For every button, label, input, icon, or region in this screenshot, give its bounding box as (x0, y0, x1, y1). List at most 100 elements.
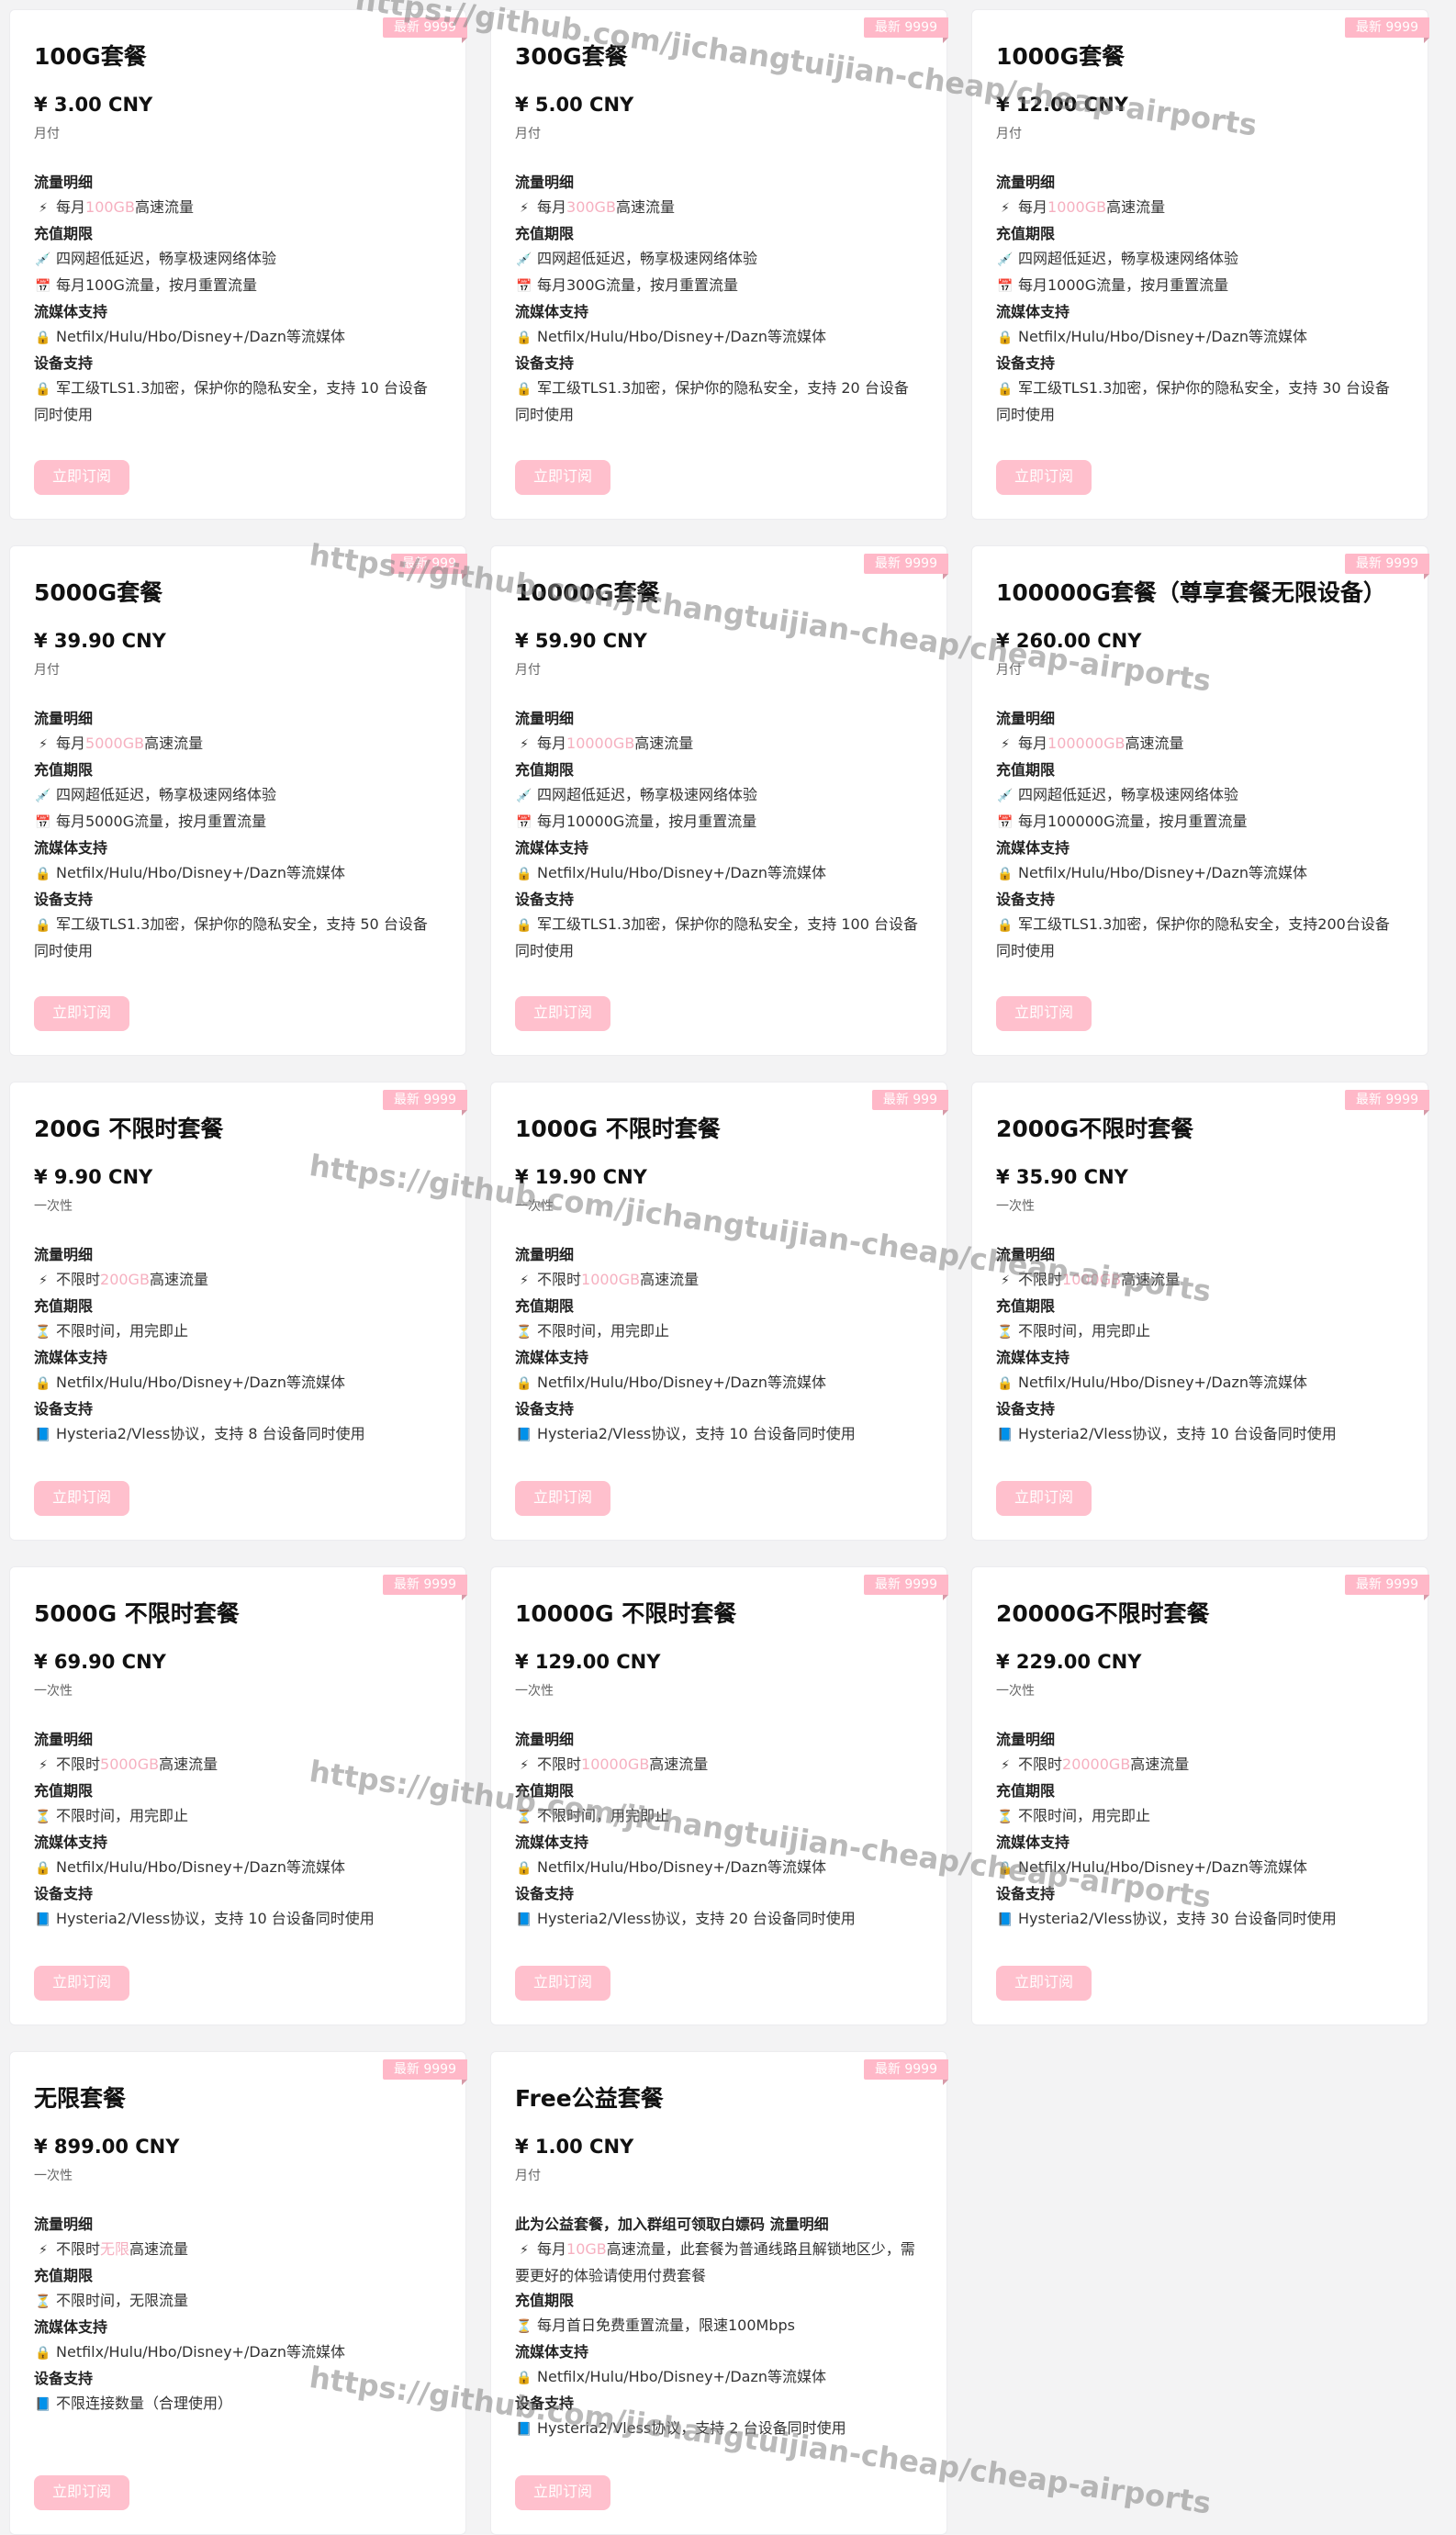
plan-features: 流量明细 ⚡ 不限时1000GB高速流量 充值期限 ⏳ 不限时间，用完即止 流媒体支持 🔒 Ne… (996, 1242, 1404, 1448)
feature-text: Netfilx/Hulu/Hbo/Disney+/Dazn等流媒体 (1018, 1858, 1308, 1876)
feature-line: 📅 每月10000G流量，按月重置流量 (515, 809, 923, 836)
feature-heading: 流媒体支持 (34, 1349, 108, 1366)
subscribe-button[interactable]: 立即订阅 (34, 2475, 130, 2510)
stock-badge: 最新 9999 (863, 2059, 949, 2085)
feature-text: 不限时 (537, 1755, 582, 1773)
feature-text: 四网超低延迟，畅享极速网络体验 (1018, 250, 1239, 267)
lock-icon: 🔒 (516, 382, 532, 397)
plan-features: 流量明细 ⚡ 不限时20000GB高速流量 充值期限 ⏳ 不限时间，用完即止 流媒体支持 🔒 N… (996, 1727, 1404, 1933)
plan-features: 此为公益套餐，加入群组可领取白嫖码 流量明细 ⚡ 每月10GB高速流量，此套餐为普通… (515, 2212, 923, 2442)
feature-text: 四网超低延迟，畅享极速网络体验 (537, 786, 758, 803)
calendar-icon: 📅 (35, 815, 51, 830)
subscribe-button[interactable]: 立即订阅 (515, 2475, 611, 2510)
feature-heading: 设备支持 (515, 1885, 575, 1902)
subscribe-button[interactable]: 立即订阅 (996, 460, 1092, 495)
plan-price: ¥ 9.90 CNY (34, 1166, 153, 1188)
syringe-icon: 💉 (516, 789, 532, 803)
feature-line: ⚡ 不限时200GB高速流量 (34, 1267, 442, 1294)
plan-card: 最新 999 5000G套餐 ¥ 39.90 CNY 月付 流量明细 ⚡ 每月5000GB高… (9, 545, 468, 1056)
plan-period: 一次性 (515, 1199, 554, 1214)
feature-text: 每月 (1018, 735, 1048, 752)
subscribe-button[interactable]: 立即订阅 (996, 1966, 1092, 2001)
feature-line: 📘 Hysteria2/Vless协议，支持 8 台设备同时使用 (34, 1421, 442, 1448)
feature-line: 📅 每月100000G流量，按月重置流量 (996, 809, 1404, 836)
feature-heading: 流量明细 (996, 174, 1056, 191)
feature-heading: 流量明细 (34, 710, 94, 727)
plan-price: ¥ 59.90 CNY (515, 630, 647, 652)
feature-heading: 流量明细 (515, 1246, 575, 1263)
feature-heading: 流量明细 (996, 1731, 1056, 1748)
feature-text: 四网超低延迟，畅享极速网络体验 (56, 786, 277, 803)
book-icon: 📘 (35, 2397, 51, 2412)
plan-price: ¥ 129.00 CNY (515, 1651, 661, 1673)
lightning-icon: ⚡ (39, 1758, 48, 1773)
plan-features: 流量明细 ⚡ 不限时1000GB高速流量 充值期限 ⏳ 不限时间，用完即止 流媒体支持 🔒 Ne… (515, 1242, 923, 1448)
subscribe-button[interactable]: 立即订阅 (515, 1966, 611, 2001)
feature-heading: 设备支持 (515, 354, 575, 372)
plan-card: 最新 9999 20000G不限时套餐 ¥ 229.00 CNY 一次性 流量明细 ⚡ 不限… (971, 1566, 1430, 2025)
lightning-icon: ⚡ (1001, 737, 1010, 752)
feature-line: ⚡ 不限时20000GB高速流量 (996, 1752, 1404, 1778)
stock-badge: 最新 9999 (1344, 554, 1430, 579)
feature-text: 四网超低延迟，畅享极速网络体验 (537, 250, 758, 267)
feature-line: ⚡ 每月10000GB高速流量 (515, 731, 923, 757)
lightning-icon: ⚡ (520, 1758, 529, 1773)
feature-text: 每月 (1018, 198, 1048, 216)
subscribe-button[interactable]: 立即订阅 (34, 996, 130, 1031)
feature-line: 📅 每月300G流量，按月重置流量 (515, 273, 923, 299)
subscribe-button[interactable]: 立即订阅 (34, 1481, 130, 1516)
stock-badge: 最新 9999 (382, 1575, 468, 1600)
feature-line: ⚡ 每月100000GB高速流量 (996, 731, 1404, 757)
plan-features: 流量明细 ⚡ 每月5000GB高速流量 充值期限 💉 四网超低延迟，畅享极速网络体验 📅 每月… (34, 706, 442, 963)
traffic-amount: 1000GB (1047, 198, 1107, 216)
lock-icon: 🔒 (997, 918, 1014, 933)
feature-line: 🔒 Netfilx/Hulu/Hbo/Disney+/Dazn等流媒体 (515, 1855, 923, 1881)
feature-line: 🔒 军工级TLS1.3加密，保护你的隐私安全，支持 10 台设备同时使用 (34, 376, 442, 427)
subscribe-button[interactable]: 立即订阅 (515, 460, 611, 495)
subscribe-button[interactable]: 立即订阅 (34, 1966, 130, 2001)
feature-heading: 流媒体支持 (996, 303, 1070, 320)
plan-title: 300G套餐 (515, 43, 628, 70)
lightning-icon: ⚡ (1001, 201, 1010, 216)
subscribe-button[interactable]: 立即订阅 (996, 1481, 1092, 1516)
traffic-amount: 10000GB (581, 1755, 650, 1773)
subscribe-button[interactable]: 立即订阅 (996, 996, 1092, 1031)
feature-heading: 充值期限 (996, 225, 1056, 242)
feature-text: Netfilx/Hulu/Hbo/Disney+/Dazn等流媒体 (56, 1374, 346, 1391)
calendar-icon: 📅 (997, 815, 1014, 830)
feature-text: 每月100000G流量，按月重置流量 (1018, 813, 1248, 830)
lock-icon: 🔒 (35, 1861, 51, 1876)
syringe-icon: 💉 (516, 252, 532, 267)
subscribe-button[interactable]: 立即订阅 (515, 996, 611, 1031)
feature-text: Hysteria2/Vless协议，支持 10 台设备同时使用 (1018, 1425, 1337, 1442)
feature-text: 高速流量 (640, 1271, 700, 1288)
plan-price: ¥ 229.00 CNY (996, 1651, 1142, 1673)
plan-card: 最新 9999 300G套餐 ¥ 5.00 CNY 月付 流量明细 ⚡ 每月300GB高速流… (490, 9, 949, 520)
subscribe-button[interactable]: 立即订阅 (515, 1481, 611, 1516)
feature-line: ⚡ 每月1000GB高速流量 (996, 195, 1404, 221)
plan-features: 流量明细 ⚡ 每月1000GB高速流量 充值期限 💉 四网超低延迟，畅享极速网络体验 📅 每月… (996, 170, 1404, 427)
calendar-icon: 📅 (516, 279, 532, 294)
traffic-amount: 300GB (566, 198, 616, 216)
subscribe-button[interactable]: 立即订阅 (34, 460, 130, 495)
plan-title: 2000G不限时套餐 (996, 1116, 1194, 1142)
feature-text: 高速流量 (129, 2240, 189, 2258)
feature-line: ⏳ 不限时间，用完即止 (996, 1803, 1404, 1830)
feature-text: 每月 (537, 2240, 567, 2258)
plan-features: 流量明细 ⚡ 每月100GB高速流量 充值期限 💉 四网超低延迟，畅享极速网络体验 📅 每月1… (34, 170, 442, 427)
plan-period: 一次性 (996, 1199, 1035, 1214)
lock-icon: 🔒 (516, 1376, 532, 1391)
feature-line: ⏳ 不限时间，用完即止 (515, 1803, 923, 1830)
feature-heading: 流量明细 (996, 710, 1056, 727)
plan-price: ¥ 35.90 CNY (996, 1166, 1128, 1188)
feature-line: 🔒 Netfilx/Hulu/Hbo/Disney+/Dazn等流媒体 (34, 2339, 442, 2366)
feature-line: ⚡ 每月300GB高速流量 (515, 195, 923, 221)
feature-text: 每月300G流量，按月重置流量 (537, 276, 738, 294)
stock-badge: 最新 9999 (863, 17, 949, 43)
feature-heading: 流量明细 (515, 710, 575, 727)
feature-line: ⏳ 不限时间，用完即止 (515, 1318, 923, 1345)
feature-text: Netfilx/Hulu/Hbo/Disney+/Dazn等流媒体 (56, 1858, 346, 1876)
feature-line: 📘 Hysteria2/Vless协议，支持 10 台设备同时使用 (515, 1421, 923, 1448)
plan-card: 最新 9999 200G 不限时套餐 ¥ 9.90 CNY 一次性 流量明细 ⚡ 不限时20… (9, 1082, 468, 1541)
traffic-amount: 5000GB (100, 1755, 160, 1773)
